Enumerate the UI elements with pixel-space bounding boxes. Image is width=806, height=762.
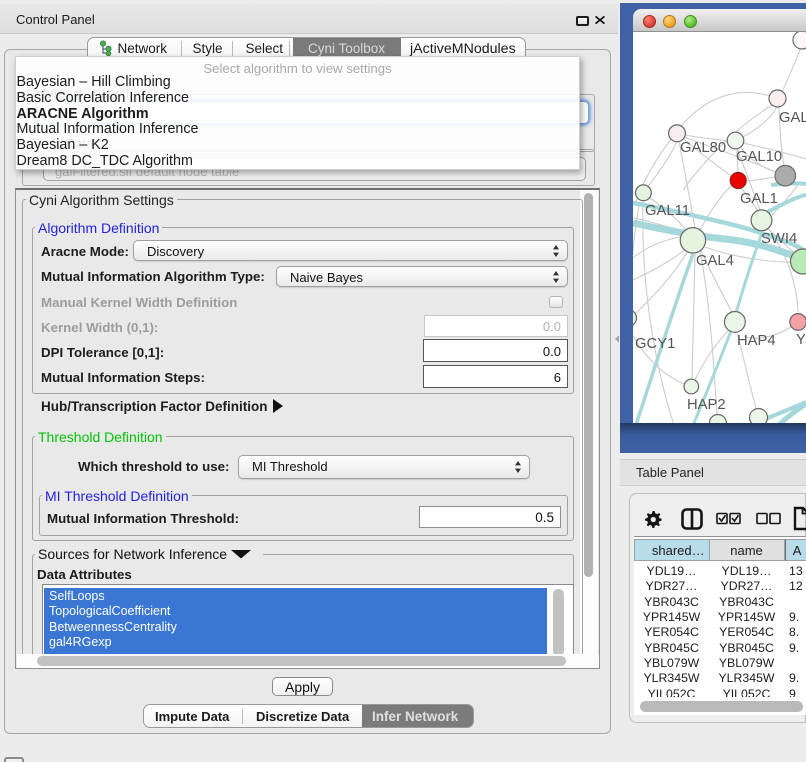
svg-text:GAL10: GAL10 (736, 149, 782, 165)
svg-text:GAL2: GAL2 (779, 110, 806, 126)
svg-text:GAL4: GAL4 (696, 253, 734, 269)
svg-text:GAL11: GAL11 (645, 203, 690, 219)
svg-text:GAL80: GAL80 (680, 140, 726, 156)
svg-text:Y: Y (796, 332, 806, 348)
svg-text:GCY1: GCY1 (635, 336, 675, 352)
svg-text:GAL1: GAL1 (740, 191, 778, 207)
svg-text:HAP4: HAP4 (737, 333, 776, 349)
svg-text:HAP2: HAP2 (687, 397, 726, 413)
svg-text:SWI4: SWI4 (761, 231, 797, 247)
